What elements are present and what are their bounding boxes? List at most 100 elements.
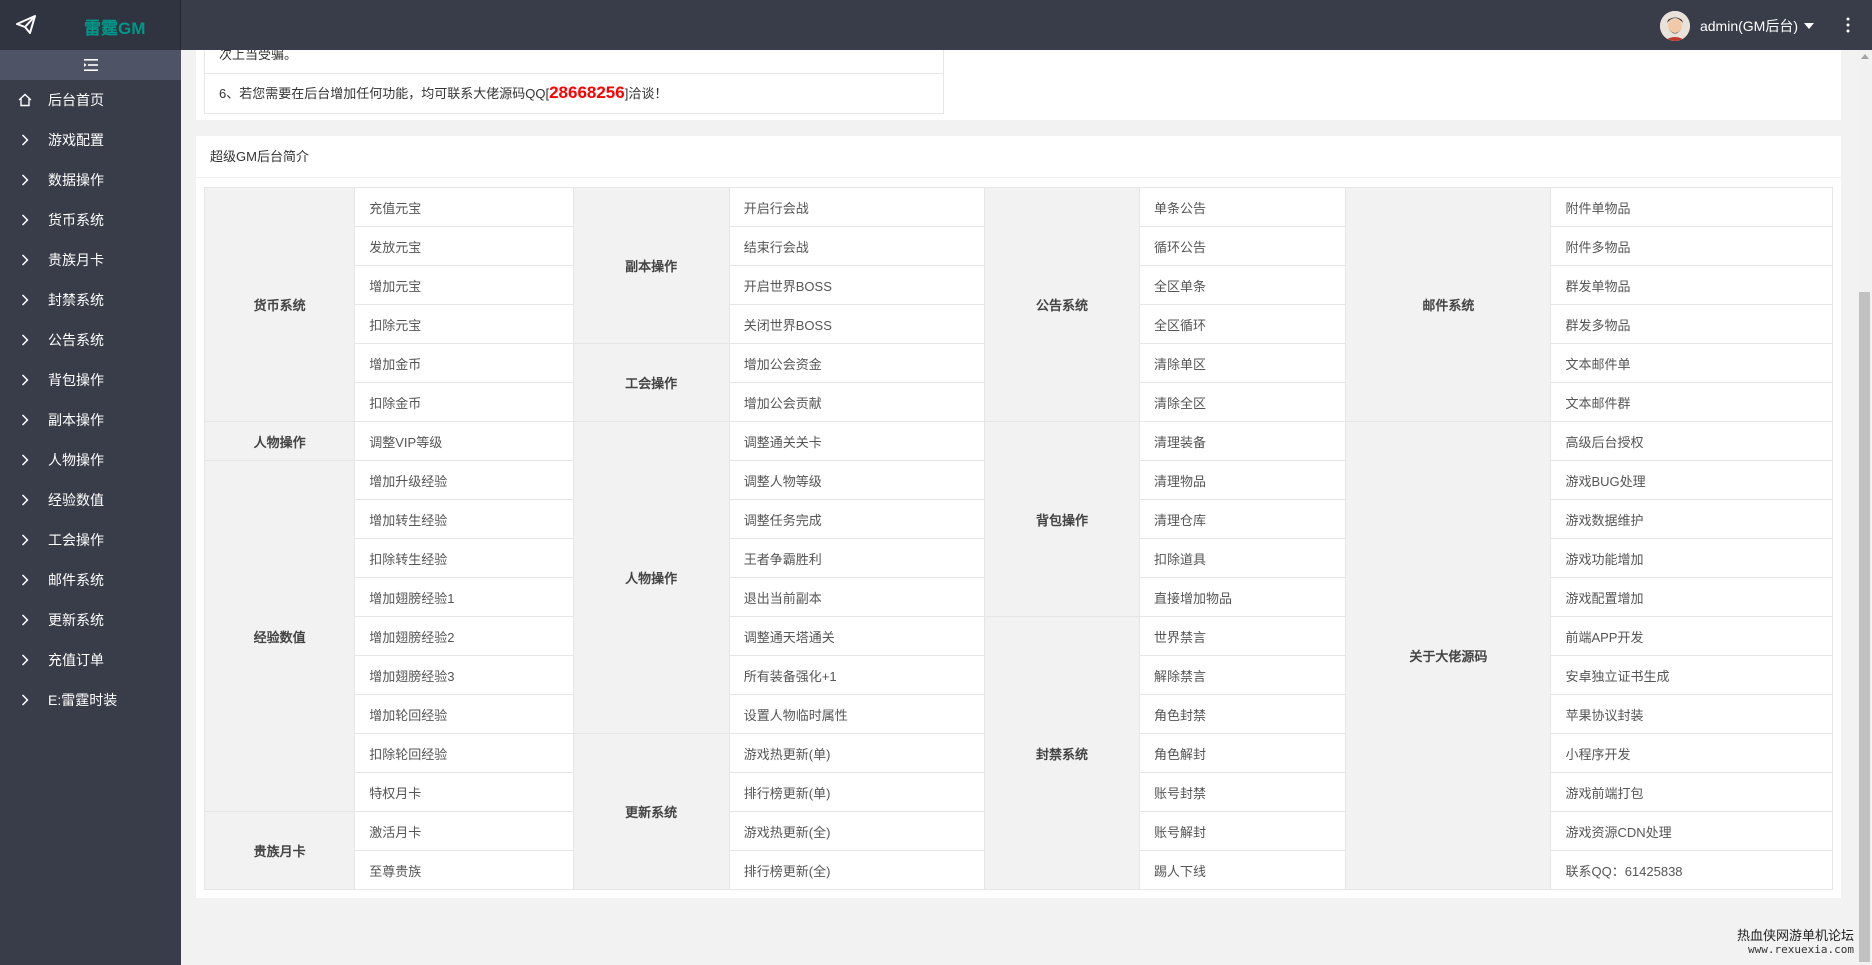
feature-cell: 调整人物等级 bbox=[728, 460, 985, 500]
sidebar-item[interactable]: 公告系统 bbox=[0, 320, 181, 360]
feature-cell: 开启行会战 bbox=[728, 187, 985, 227]
feature-cell: 调整通关关卡 bbox=[728, 421, 985, 461]
sidebar-item-label: 公告系统 bbox=[48, 332, 104, 348]
feature-cell: 小程序开发 bbox=[1550, 733, 1833, 773]
sidebar-item[interactable]: 充值订单 bbox=[0, 640, 181, 680]
sidebar-item[interactable]: 封禁系统 bbox=[0, 280, 181, 320]
feature-cell: 群发单物品 bbox=[1550, 265, 1833, 305]
feature-cell: 增加转生经验 bbox=[354, 499, 574, 539]
chevron-right-icon bbox=[18, 253, 32, 267]
sidebar-item[interactable]: 背包操作 bbox=[0, 360, 181, 400]
sidebar-item[interactable]: 游戏配置 bbox=[0, 120, 181, 160]
feature-cell: 增加升级经验 bbox=[354, 460, 574, 500]
group-cell: 副本操作 bbox=[572, 187, 730, 344]
notice6-prefix: 6、若您需要在后台增加任何功能，均可联系大佬源码QQ[ bbox=[219, 86, 550, 101]
feature-cell: 调整任务完成 bbox=[728, 499, 985, 539]
group-cell: 更新系统 bbox=[572, 733, 730, 890]
sidebar-item[interactable]: 邮件系统 bbox=[0, 560, 181, 600]
feature-table: 货币系统 充值元宝 副本操作 开启行会战 公告系统 单条公告 邮件系统 附件单物品 发放元宝 结束… bbox=[203, 187, 1833, 890]
feature-cell: 排行榜更新(全) bbox=[728, 850, 985, 890]
sidebar-item-label: 游戏配置 bbox=[48, 132, 104, 148]
intro-title: 超级GM后台简介 bbox=[196, 136, 1841, 178]
feature-cell: 游戏配置增加 bbox=[1550, 577, 1833, 617]
sidebar-item-label: 工会操作 bbox=[48, 532, 104, 548]
feature-cell: 附件单物品 bbox=[1550, 187, 1833, 227]
feature-cell: 扣除道具 bbox=[1139, 538, 1347, 578]
sidebar-item[interactable]: E:雷霆时装 bbox=[0, 680, 181, 720]
feature-cell: 直接增加物品 bbox=[1139, 577, 1347, 617]
feature-cell: 调整通天塔通关 bbox=[728, 616, 985, 656]
sidebar-item[interactable]: 副本操作 bbox=[0, 400, 181, 440]
sidebar: 后台首页游戏配置数据操作货币系统贵族月卡封禁系统公告系统背包操作副本操作人物操作… bbox=[0, 50, 181, 965]
group-cell: 公告系统 bbox=[983, 187, 1141, 422]
sidebar-toggle[interactable] bbox=[0, 50, 181, 80]
sidebar-item-label: 贵族月卡 bbox=[48, 252, 104, 268]
feature-cell: 苹果协议封装 bbox=[1550, 694, 1833, 734]
sidebar-item[interactable]: 工会操作 bbox=[0, 520, 181, 560]
group-cell: 关于大佬源码 bbox=[1345, 421, 1552, 890]
sidebar-item[interactable]: 数据操作 bbox=[0, 160, 181, 200]
chevron-right-icon bbox=[18, 373, 32, 387]
vertical-dots-icon[interactable] bbox=[1846, 17, 1850, 33]
user-menu[interactable]: admin(GM后台) bbox=[1659, 11, 1814, 41]
chevron-right-icon bbox=[18, 133, 32, 147]
group-cell: 邮件系统 bbox=[1345, 187, 1552, 422]
table-row: 货币系统 充值元宝 副本操作 开启行会战 公告系统 单条公告 邮件系统 附件单物品 bbox=[203, 187, 1833, 422]
watermark-line2: www.rexuexia.com bbox=[1748, 943, 1854, 956]
group-cell: 工会操作 bbox=[572, 343, 730, 422]
feature-cell: 清除单区 bbox=[1139, 343, 1347, 383]
feature-cell: 游戏热更新(单) bbox=[728, 733, 985, 773]
watermark: 热血侠网游单机论坛 www.rexuexia.com bbox=[1737, 929, 1854, 957]
feature-cell: 增加公会贡献 bbox=[728, 382, 985, 422]
intro-card: 超级GM后台简介 货币系统 充值元宝 副本操作 开启行会战 公告系统 单条公告 邮件系统 附件… bbox=[196, 136, 1841, 898]
feature-cell: 激活月卡 bbox=[354, 811, 574, 851]
sidebar-item[interactable]: 经验数值 bbox=[0, 480, 181, 520]
watermark-line1: 热血侠网游单机论坛 bbox=[1736, 928, 1854, 943]
feature-cell: 清理仓库 bbox=[1139, 499, 1347, 539]
scrollbar-thumb[interactable] bbox=[1859, 292, 1870, 962]
page-scrollbar[interactable] bbox=[1857, 50, 1872, 965]
chevron-right-icon bbox=[18, 613, 32, 627]
chevron-right-icon bbox=[18, 413, 32, 427]
feature-cell: 联系QQ：61425838 bbox=[1550, 850, 1833, 890]
feature-cell: 至尊贵族 bbox=[354, 850, 574, 890]
feature-cell: 扣除金币 bbox=[354, 382, 574, 422]
sidebar-item[interactable]: 后台首页 bbox=[0, 80, 181, 120]
group-cell: 经验数值 bbox=[203, 460, 356, 812]
group-cell: 货币系统 bbox=[203, 187, 356, 422]
feature-cell: 排行榜更新(单) bbox=[728, 772, 985, 812]
notice-line-6: 6、若您需要在后台增加任何功能，均可联系大佬源码QQ[28668256]洽谈！ bbox=[219, 83, 667, 103]
feature-cell: 高级后台授权 bbox=[1550, 421, 1833, 461]
feature-cell: 结束行会战 bbox=[728, 226, 985, 266]
feature-cell: 账号解封 bbox=[1139, 811, 1347, 851]
sidebar-item-label: 货币系统 bbox=[48, 212, 104, 228]
sidebar-item[interactable]: 更新系统 bbox=[0, 600, 181, 640]
sidebar-item[interactable]: 货币系统 bbox=[0, 200, 181, 240]
feature-cell: 开启世界BOSS bbox=[728, 265, 985, 305]
notice-card: 次上当受骗。 6、若您需要在后台增加任何功能，均可联系大佬源码QQ[286682… bbox=[196, 50, 1841, 120]
logo-block[interactable]: 雷霆GM bbox=[0, 0, 181, 50]
table-row: 增加翅膀经验2 调整通天塔通关 封禁系统 世界禁言 前端APP开发 bbox=[205, 616, 1833, 890]
chevron-right-icon bbox=[18, 653, 32, 667]
feature-cell: 角色解封 bbox=[1139, 733, 1347, 773]
feature-cell: 角色封禁 bbox=[1139, 694, 1347, 734]
sidebar-item-label: 副本操作 bbox=[48, 412, 104, 428]
feature-cell: 充值元宝 bbox=[354, 187, 574, 227]
scroll-up-arrow-icon[interactable] bbox=[1861, 54, 1869, 59]
main-content: 次上当受骗。 6、若您需要在后台增加任何功能，均可联系大佬源码QQ[286682… bbox=[181, 50, 1857, 965]
sidebar-item[interactable]: 人物操作 bbox=[0, 440, 181, 480]
group-cell: 背包操作 bbox=[983, 421, 1141, 617]
divider bbox=[205, 73, 943, 74]
feature-cell: 文本邮件单 bbox=[1550, 343, 1833, 383]
feature-cell: 增加翅膀经验2 bbox=[354, 616, 574, 656]
user-avatar bbox=[1659, 11, 1690, 41]
sidebar-item[interactable]: 贵族月卡 bbox=[0, 240, 181, 280]
feature-cell: 王者争霸胜利 bbox=[728, 538, 985, 578]
group-cell: 人物操作 bbox=[572, 421, 730, 734]
feature-cell: 调整VIP等级 bbox=[354, 421, 574, 461]
chevron-right-icon bbox=[18, 693, 32, 707]
group-cell: 贵族月卡 bbox=[203, 811, 356, 890]
feature-cell: 全区单条 bbox=[1139, 265, 1347, 305]
feature-cell: 增加轮回经验 bbox=[354, 694, 574, 734]
feature-cell: 全区循环 bbox=[1139, 304, 1347, 344]
